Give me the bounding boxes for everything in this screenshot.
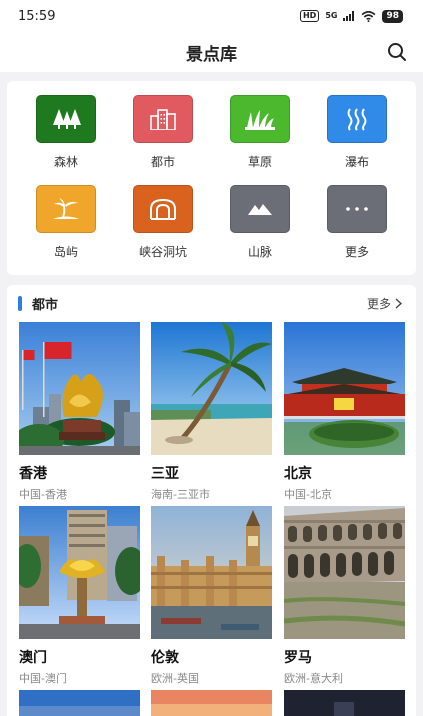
search-icon [388,43,406,61]
city-name: 北京 [284,466,312,482]
city-name: 伦敦 [151,650,179,666]
app-header: 景点库 [0,32,423,72]
city-name: 香港 [19,466,47,482]
status-bar: 15:59 HD 5G 98 [0,0,423,32]
category-forest[interactable]: 森林 [21,95,111,179]
section-header: 都市 更多 [7,285,416,321]
city-card-rome[interactable]: 罗马 欧洲-意大利 [284,506,405,686]
city-region: 中国-北京 [284,488,332,501]
category-label: 峡谷洞坑 [138,245,187,259]
section-accent-bar [18,296,22,311]
more-link[interactable]: 更多 [367,295,402,312]
waterfall-icon [327,95,387,143]
city-region: 海南-三亚市 [151,488,210,501]
city-card-london[interactable]: 伦敦 欧洲-英国 [151,506,272,686]
category-label: 岛屿 [53,245,78,259]
city-photo [151,690,272,716]
category-label: 森林 [53,155,78,169]
category-canyon[interactable]: 峡谷洞坑 [118,185,208,269]
category-label: 草原 [247,155,272,169]
city-name: 罗马 [284,650,312,666]
category-label: 瀑布 [344,155,369,169]
chevron-right-icon [395,298,402,309]
city-section: 都市 更多 香港 中国-香港 三亚 海南-三亚市 北京 中国-北京 澳门 中国-… [7,285,416,716]
network-badge: HD [299,10,320,22]
category-label: 都市 [150,155,175,169]
signal-bars-icon [343,11,355,21]
city-card-partial[interactable] [19,690,140,716]
city-photo [284,690,405,716]
city-region: 欧洲-英国 [151,672,199,685]
city-card-sanya[interactable]: 三亚 海南-三亚市 [151,322,272,502]
city-icon [133,95,193,143]
mountain-icon [230,185,290,233]
category-island[interactable]: 岛屿 [21,185,111,269]
sanya-photo [151,322,272,455]
category-label: 山脉 [247,245,272,259]
grassland-icon [230,95,290,143]
london-photo [151,506,272,639]
forest-icon [36,95,96,143]
city-region: 中国-澳门 [19,672,67,685]
macau-photo [19,506,140,639]
search-button[interactable] [385,40,409,64]
city-card-macau[interactable]: 澳门 中国-澳门 [19,506,140,686]
city-card-partial[interactable] [151,690,272,716]
city-card-hongkong[interactable]: 香港 中国-香港 [19,322,140,502]
wifi-icon [362,10,376,22]
city-name: 澳门 [19,650,47,666]
canyon-icon [133,185,193,233]
more-label: 更多 [366,297,391,311]
city-card-partial[interactable] [284,690,405,716]
city-region: 中国-香港 [19,488,67,501]
section-title: 都市 [32,298,59,313]
island-icon [36,185,96,233]
city-card-beijing[interactable]: 北京 中国-北京 [284,322,405,502]
category-grassland[interactable]: 草原 [215,95,305,179]
category-more[interactable]: 更多 [312,185,402,269]
rome-photo [284,506,405,639]
hongkong-photo [19,322,140,455]
more-icon [327,185,387,233]
battery-indicator: 98 [382,9,403,23]
category-waterfall[interactable]: 瀑布 [312,95,402,179]
city-region: 欧洲-意大利 [284,672,343,685]
page-title: 景点库 [186,44,237,65]
city-photo [19,690,140,716]
category-city[interactable]: 都市 [118,95,208,179]
category-grid: 森林 都市 草原 瀑布 岛屿 峡谷洞坑 山脉 更多 [7,81,416,275]
city-name: 三亚 [151,466,179,482]
category-label: 更多 [344,245,369,259]
signal-label: 5G [325,11,338,20]
beijing-photo [284,322,405,455]
category-mountain[interactable]: 山脉 [215,185,305,269]
status-indicators: HD 5G 98 [299,9,403,23]
status-time: 15:59 [18,8,56,24]
